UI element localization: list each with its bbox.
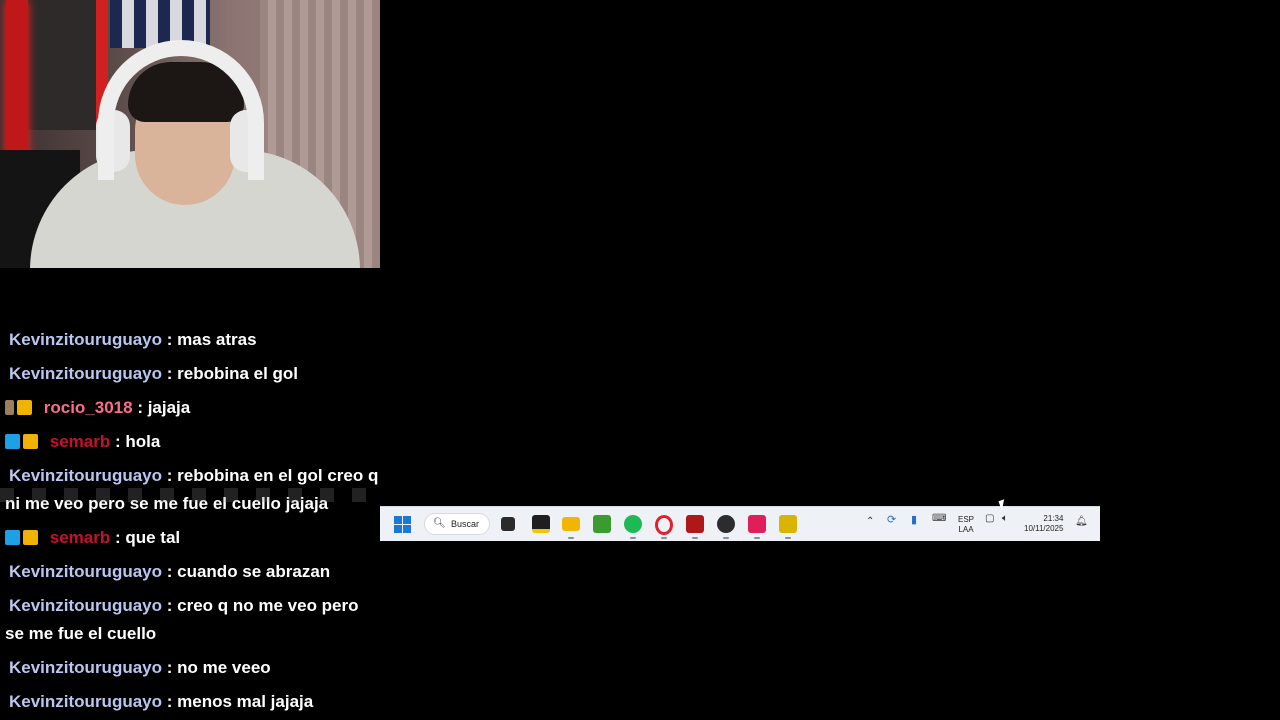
chat-text: : cuando se abrazan xyxy=(166,562,331,581)
tiktok-icon[interactable] xyxy=(748,515,766,533)
webcam-overlay xyxy=(0,0,380,268)
chat-text: : no me veeo xyxy=(166,658,271,677)
file-explorer-icon[interactable] xyxy=(562,517,580,531)
chat-username: rocio_3018 xyxy=(43,398,133,417)
search-box[interactable]: 🔍︎ Buscar xyxy=(424,513,490,535)
minecraft-icon[interactable] xyxy=(593,515,611,533)
chat-username: semarb xyxy=(49,528,111,547)
game-app-icon[interactable] xyxy=(686,515,704,533)
rock-badge-icon xyxy=(5,400,14,415)
chat-username: Kevinzitouruguayo xyxy=(9,658,163,677)
crown-badge-icon xyxy=(23,530,38,545)
windows-start-icon[interactable] xyxy=(394,516,411,533)
chat-message: semarb : hola xyxy=(5,428,380,456)
opera-icon[interactable] xyxy=(655,515,673,535)
chat-text: : mas atras xyxy=(166,330,257,349)
crown-badge-icon xyxy=(17,400,32,415)
chat-text: : que tal xyxy=(114,528,181,547)
language-code: ESP xyxy=(958,515,975,524)
crown-badge-icon xyxy=(23,434,38,449)
chat-username: Kevinzitouruguayo xyxy=(9,596,163,615)
task-view-icon[interactable] xyxy=(501,517,515,531)
spotify-icon[interactable] xyxy=(624,515,642,533)
keyboard-icon[interactable]: ⌨ xyxy=(932,513,946,524)
chat-text: : hola xyxy=(114,432,161,451)
chat-username: Kevinzitouruguayo xyxy=(9,562,163,581)
clock-time: 21:34 xyxy=(1043,514,1064,523)
clock[interactable]: 21:34 10/11/2025 xyxy=(1024,514,1063,534)
chat-message: semarb : que tal xyxy=(5,524,380,552)
chat-message: Kevinzitouruguayo : mas atras xyxy=(5,330,380,354)
search-icon: 🔍︎ xyxy=(433,518,446,529)
chat-message: Kevinzitouruguayo : menos mal jajaja xyxy=(5,688,380,716)
chat-message: Kevinzitouruguayo : rebobina el gol xyxy=(5,360,380,388)
chat-overlay: Kevinzitouruguayo : mas atras Kevinzitou… xyxy=(0,330,380,720)
chat-message: Kevinzitouruguayo : cuando se abrazan xyxy=(5,558,380,586)
chat-username: Kevinzitouruguayo xyxy=(9,330,163,349)
notification-icon[interactable]: 🔔︎ xyxy=(1075,516,1088,527)
chat-username: Kevinzitouruguayo xyxy=(9,692,163,711)
chat-text: : menos mal jajaja xyxy=(166,692,314,711)
chat-message: Kevinzitouruguayo : no me veeo xyxy=(5,654,380,682)
prime-badge-icon xyxy=(5,530,20,545)
taskbar: 🔍︎ Buscar ⌃ ⟳ ▮ ⌨ ESP LAA ▢ 🔈︎ 21:34 10/… xyxy=(380,506,1100,541)
chat-username: Kevinzitouruguayo xyxy=(9,466,163,485)
language-indicator[interactable]: ESP LAA xyxy=(958,515,974,535)
chat-message: Kevinzitouruguayo : creo q no me veo per… xyxy=(5,592,380,648)
chevron-up-icon[interactable]: ⌃ xyxy=(866,516,874,527)
clock-date: 10/11/2025 xyxy=(1024,524,1064,533)
obs-icon[interactable] xyxy=(717,515,735,533)
chat-message: rocio_3018 : jajaja xyxy=(5,394,380,422)
search-label: Buscar xyxy=(451,519,480,529)
chat-username: semarb xyxy=(49,432,111,451)
sticky-notes-icon[interactable] xyxy=(532,515,550,533)
chat-text: : jajaja xyxy=(137,398,191,417)
keyboard-layout-code: LAA xyxy=(958,525,974,534)
chat-username: Kevinzitouruguayo xyxy=(9,364,163,383)
prime-badge-icon xyxy=(5,434,20,449)
sync-icon[interactable]: ⟳ xyxy=(887,513,896,526)
volume-icon[interactable]: 🔈︎ xyxy=(1002,513,1008,524)
network-icon[interactable]: ▢ xyxy=(985,513,994,524)
ghost-taskbar-reflection xyxy=(0,488,380,502)
microphone-icon[interactable]: ▮ xyxy=(911,513,917,526)
chat-text: : rebobina el gol xyxy=(166,364,299,383)
app-icon[interactable] xyxy=(779,515,797,533)
